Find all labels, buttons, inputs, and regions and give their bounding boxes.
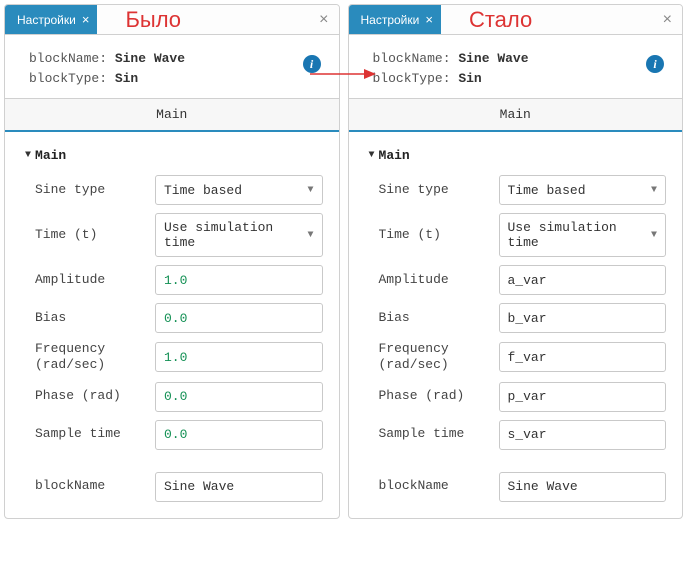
blockname-value: Sine Wave: [458, 51, 528, 66]
tab-settings[interactable]: Настройки ×: [349, 5, 441, 34]
input-phase[interactable]: p_var: [499, 382, 667, 412]
block-info: blockName: Sine Wave blockType: Sin i: [5, 35, 339, 98]
select-value: Time based: [164, 183, 242, 198]
select-value: Use simulation time: [164, 220, 301, 250]
input-frequency[interactable]: f_var: [499, 342, 667, 372]
section-tab-main[interactable]: Main: [5, 98, 339, 132]
select-value: Time based: [508, 183, 586, 198]
tab-close-icon[interactable]: ×: [82, 13, 90, 26]
label-bias: Bias: [35, 310, 155, 326]
input-bias[interactable]: 0.0: [155, 303, 323, 333]
chevron-down-icon: ▼: [307, 185, 313, 196]
label-frequency: Frequency (rad/sec): [35, 341, 155, 374]
label-bias: Bias: [379, 310, 499, 326]
select-sine-type[interactable]: Time based ▼: [499, 175, 667, 205]
input-frequency[interactable]: 1.0: [155, 342, 323, 372]
panel-title: Стало: [441, 7, 653, 33]
label-time: Time (t): [379, 227, 499, 243]
info-icon[interactable]: i: [303, 55, 321, 73]
label-phase: Phase (rad): [379, 388, 499, 404]
select-time[interactable]: Use simulation time ▼: [499, 213, 667, 257]
info-icon[interactable]: i: [646, 55, 664, 73]
group-label: Main: [379, 148, 410, 163]
group-header-main[interactable]: ▼ Main: [369, 148, 667, 163]
chevron-down-icon: ▼: [651, 230, 657, 241]
label-time: Time (t): [35, 227, 155, 243]
input-sample-time[interactable]: 0.0: [155, 420, 323, 450]
section-tab-main[interactable]: Main: [349, 98, 683, 132]
tab-close-icon[interactable]: ×: [425, 13, 433, 26]
panel-before: Настройки × Было × blockName: Sine Wave …: [4, 4, 340, 519]
tab-label: Настройки: [361, 13, 420, 27]
chevron-down-icon: ▼: [307, 230, 313, 241]
select-sine-type[interactable]: Time based ▼: [155, 175, 323, 205]
label-phase: Phase (rad): [35, 388, 155, 404]
tab-bar: Настройки × Стало ×: [349, 5, 683, 35]
label-sine-type: Sine type: [35, 182, 155, 198]
form-area: ▼ Main Sine type Time based ▼ Time (t) U…: [5, 132, 339, 518]
input-sample-time[interactable]: s_var: [499, 420, 667, 450]
group-header-main[interactable]: ▼ Main: [25, 148, 323, 163]
label-sine-type: Sine type: [379, 182, 499, 198]
comparison-container: Настройки × Было × blockName: Sine Wave …: [0, 0, 687, 523]
label-amplitude: Amplitude: [35, 272, 155, 288]
group-label: Main: [35, 148, 66, 163]
tab-settings[interactable]: Настройки ×: [5, 5, 97, 34]
label-amplitude: Amplitude: [379, 272, 499, 288]
input-amplitude[interactable]: a_var: [499, 265, 667, 295]
blockname-value: Sine Wave: [115, 51, 185, 66]
tab-label: Настройки: [17, 13, 76, 27]
label-sample-time: Sample time: [35, 426, 155, 442]
blocktype-label: blockType:: [373, 71, 451, 86]
label-blockname: blockName: [35, 478, 155, 494]
blockname-label: blockName:: [29, 51, 107, 66]
form-area: ▼ Main Sine type Time based ▼ Time (t) U…: [349, 132, 683, 518]
input-blockname[interactable]: Sine Wave: [155, 472, 323, 502]
disclosure-triangle-icon: ▼: [25, 150, 31, 161]
label-frequency: Frequency (rad/sec): [379, 341, 499, 374]
blocktype-value: Sin: [115, 71, 138, 86]
label-sample-time: Sample time: [379, 426, 499, 442]
panel-close-icon[interactable]: ×: [309, 11, 338, 29]
label-blockname: blockName: [379, 478, 499, 494]
panel-after: Настройки × Стало × blockName: Sine Wave…: [348, 4, 684, 519]
tab-bar: Настройки × Было ×: [5, 5, 339, 35]
blocktype-label: blockType:: [29, 71, 107, 86]
chevron-down-icon: ▼: [651, 185, 657, 196]
input-blockname[interactable]: Sine Wave: [499, 472, 667, 502]
block-info: blockName: Sine Wave blockType: Sin i: [349, 35, 683, 98]
panel-title: Было: [97, 7, 309, 33]
blocktype-value: Sin: [458, 71, 481, 86]
blockname-label: blockName:: [373, 51, 451, 66]
disclosure-triangle-icon: ▼: [369, 150, 375, 161]
input-phase[interactable]: 0.0: [155, 382, 323, 412]
input-amplitude[interactable]: 1.0: [155, 265, 323, 295]
select-value: Use simulation time: [508, 220, 645, 250]
input-bias[interactable]: b_var: [499, 303, 667, 333]
panel-close-icon[interactable]: ×: [653, 11, 682, 29]
select-time[interactable]: Use simulation time ▼: [155, 213, 323, 257]
